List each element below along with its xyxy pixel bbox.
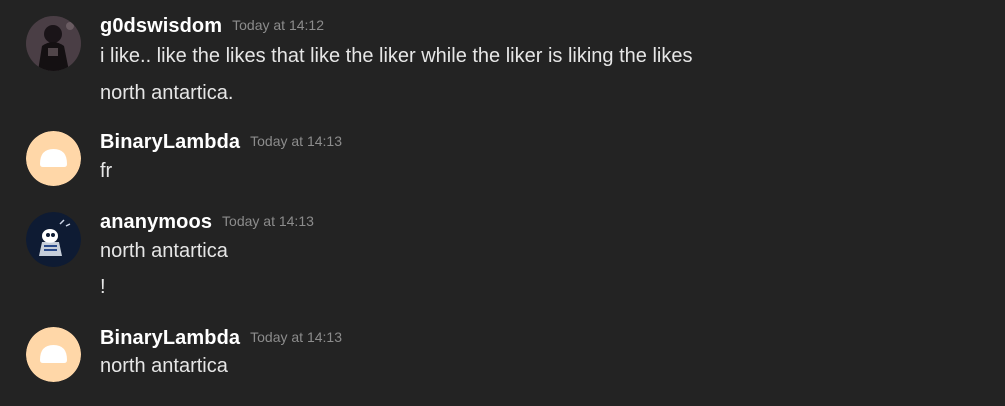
- timestamp: Today at 14:12: [232, 17, 324, 33]
- message-text: north antartica: [100, 240, 228, 262]
- peach-blob-avatar-icon: [26, 327, 81, 382]
- username[interactable]: BinaryLambda: [100, 131, 240, 153]
- avatar[interactable]: [26, 131, 81, 186]
- timestamp: Today at 14:13: [250, 329, 342, 345]
- message-header: ananymoos Today at 14:13: [100, 211, 314, 234]
- message-header: g0dswisdom Today at 14:12: [100, 15, 324, 38]
- message-header: BinaryLambda Today at 14:13: [100, 131, 342, 154]
- message-text: fr: [100, 160, 113, 182]
- avatar[interactable]: [26, 16, 81, 71]
- dark-figure-avatar-icon: [26, 16, 81, 71]
- message-text: north antartica: [100, 355, 228, 377]
- username[interactable]: g0dswisdom: [100, 15, 222, 37]
- timestamp: Today at 14:13: [222, 213, 314, 229]
- message-text: north antartica.: [100, 82, 234, 104]
- avatar[interactable]: [26, 212, 81, 267]
- username[interactable]: ananymoos: [100, 211, 212, 233]
- message-header: BinaryLambda Today at 14:13: [100, 327, 342, 350]
- timestamp: Today at 14:13: [250, 133, 342, 149]
- chat-log: g0dswisdom Today at 14:12 i like.. like t…: [0, 0, 1005, 406]
- navy-character-avatar-icon: [26, 212, 81, 267]
- avatar[interactable]: [26, 327, 81, 382]
- message-text: i like.. like the likes that like the li…: [100, 45, 693, 67]
- peach-blob-avatar-icon: [26, 131, 81, 186]
- message-text: !: [100, 276, 106, 298]
- username[interactable]: BinaryLambda: [100, 327, 240, 349]
